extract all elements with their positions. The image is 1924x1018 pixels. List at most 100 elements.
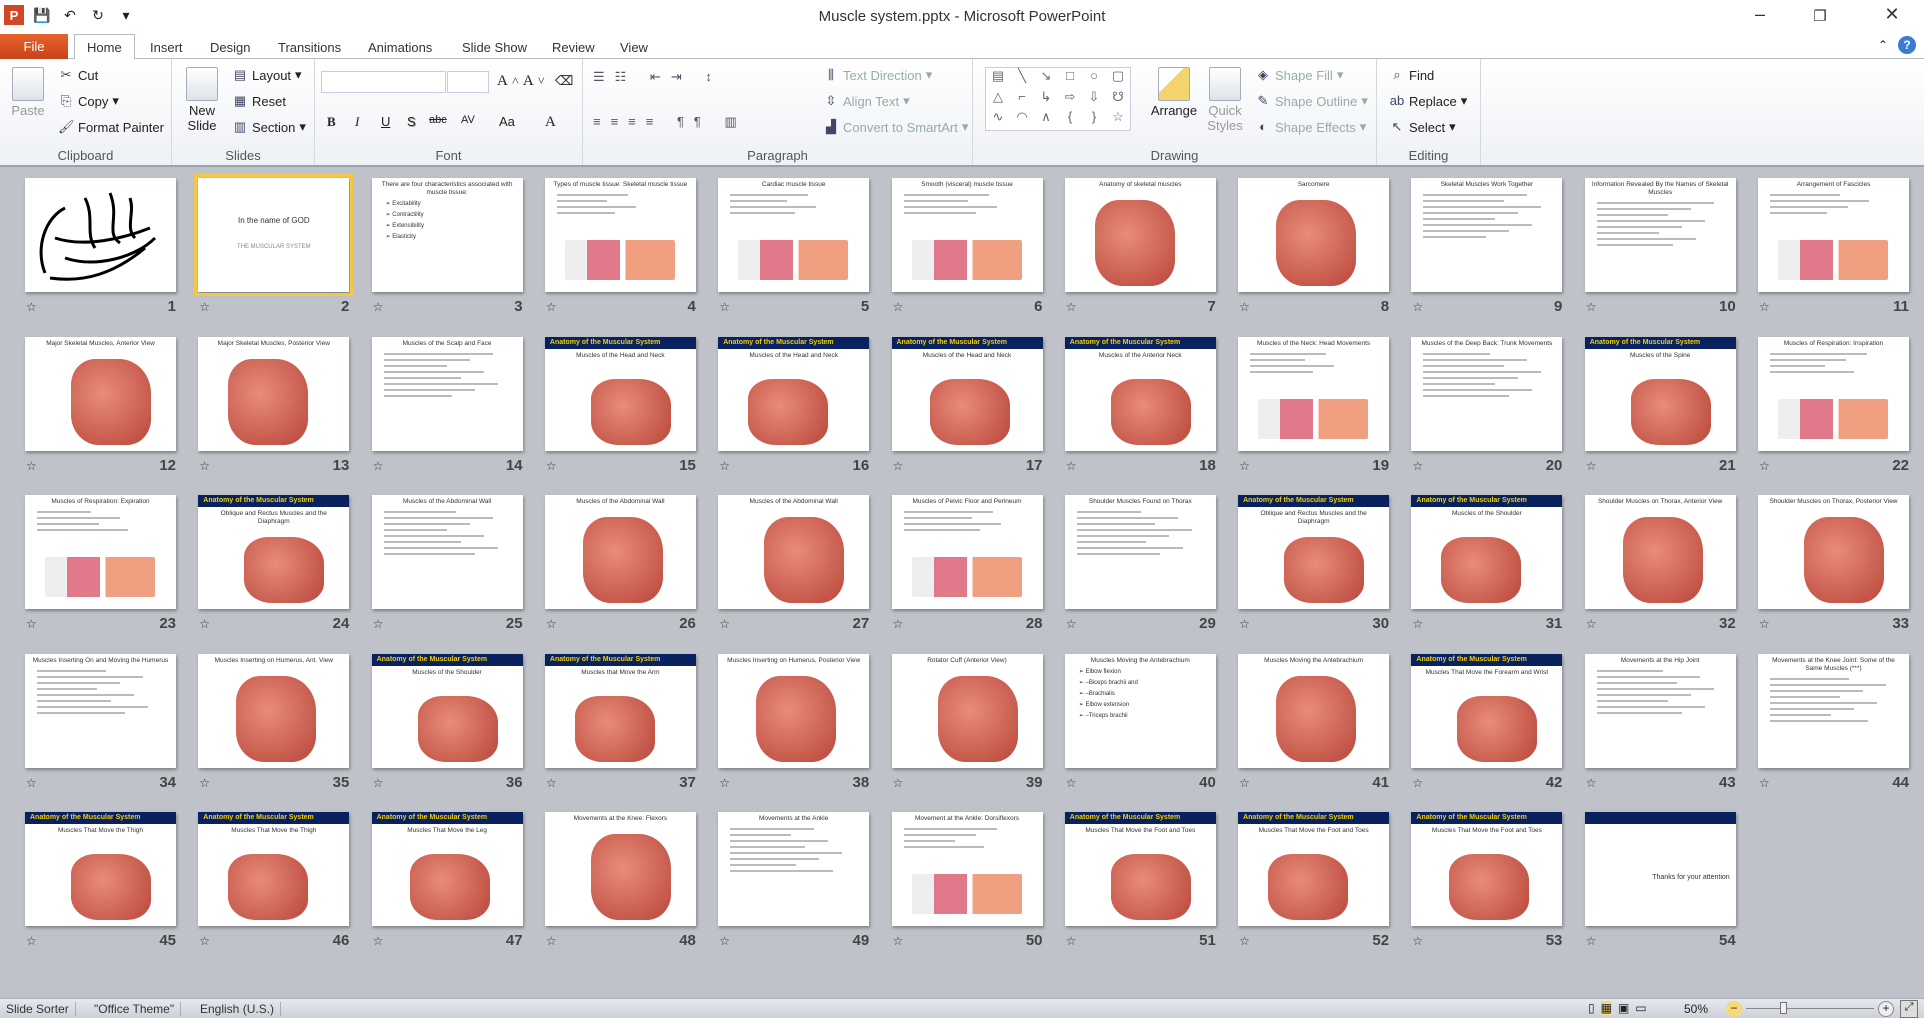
zoom-in-button[interactable]: + (1878, 1001, 1894, 1017)
slide-transition-icon[interactable]: ☆ (546, 934, 557, 948)
tab-slide-show[interactable]: Slide Show (450, 36, 539, 59)
tab-review[interactable]: Review (540, 36, 607, 59)
shape-option[interactable]: △ (986, 89, 1010, 110)
cut-button[interactable]: ✂ Cut (58, 67, 99, 83)
slide-transition-icon[interactable]: ☆ (893, 300, 904, 314)
slide-thumbnail[interactable]: Anatomy of the Muscular System Oblique an… (198, 495, 350, 609)
zoom-slider-thumb[interactable] (1780, 1002, 1787, 1014)
slide-transition-icon[interactable]: ☆ (1759, 300, 1770, 314)
copy-button[interactable]: ⎘ Copy ▾ (58, 93, 119, 109)
slide-transition-icon[interactable]: ☆ (893, 776, 904, 790)
slide-thumbnail[interactable]: Anatomy of the Muscular System Muscles Th… (1064, 812, 1216, 926)
shape-option[interactable]: □ (1058, 68, 1082, 89)
layout-button[interactable]: ▤ Layout ▾ (232, 67, 302, 83)
list-buttons[interactable]: ☰☷ ⇤⇥ ↕ (593, 69, 722, 85)
section-button[interactable]: ▥ Section ▾ (232, 119, 306, 135)
shape-option[interactable]: ∿ (986, 109, 1010, 130)
slide-thumbnail[interactable]: Muscles Inserting on Humerus, Ant. View (198, 653, 350, 768)
slide-transition-icon[interactable]: ☆ (199, 934, 210, 948)
slide-thumbnail[interactable]: Muscles of the Abdominal Wall (718, 495, 870, 609)
zoom-slider[interactable] (1746, 1002, 1874, 1014)
clear-formatting-icon[interactable]: ⌫ (555, 73, 573, 89)
slide-thumbnail[interactable]: Information Revealed By the Names of Ske… (1584, 178, 1736, 292)
slide-transition-icon[interactable]: ☆ (893, 934, 904, 948)
slide-transition-icon[interactable]: ☆ (1759, 776, 1770, 790)
font-name-select[interactable] (321, 71, 446, 93)
character-spacing-button[interactable]: AV (461, 114, 475, 126)
shape-option[interactable]: ☆ (1106, 109, 1130, 130)
shape-option[interactable]: ╲ (1010, 68, 1034, 89)
slide-transition-icon[interactable]: ☆ (1586, 776, 1597, 790)
tab-design[interactable]: Design (198, 36, 262, 59)
format-painter-button[interactable]: 🖌 Format Painter (58, 119, 164, 135)
slide-thumbnail[interactable]: Anatomy of the Muscular System Muscles Th… (1411, 812, 1563, 926)
tab-home[interactable]: Home (74, 34, 135, 59)
slide-thumbnail[interactable]: Anatomy of the Muscular System Oblique an… (1238, 495, 1390, 609)
fit-to-window-icon[interactable]: ⤢ (1900, 1000, 1918, 1018)
slide-transition-icon[interactable]: ☆ (546, 459, 557, 473)
slide-thumbnail[interactable]: Anatomy of the Muscular System Muscles Th… (371, 812, 523, 926)
shapes-gallery[interactable]: ▤ ╲ ↘ □ ○ ▢ △ ⌐ ↳ ⇨ ⇩ ☋ ∿ ◠ ∧{} ☆ (985, 67, 1131, 131)
slide-thumbnail[interactable]: Arrangement of Fascicles (1758, 178, 1909, 292)
slide-transition-icon[interactable]: ☆ (1239, 300, 1250, 314)
italic-button[interactable]: I (355, 114, 359, 130)
slide-thumbnail[interactable]: Anatomy of the Muscular System Muscles of… (1584, 336, 1736, 451)
slide-transition-icon[interactable]: ☆ (1412, 934, 1423, 948)
slide-thumbnail[interactable]: Anatomy of the Muscular System Muscles Th… (1411, 653, 1563, 768)
slide-transition-icon[interactable]: ☆ (26, 776, 37, 790)
reading-view-icon[interactable]: ▣ (1618, 1001, 1629, 1015)
slide-thumbnail[interactable]: Anatomy of the Muscular System Muscles Th… (25, 812, 176, 926)
strikethrough-button[interactable]: abc (429, 114, 447, 126)
slide-transition-icon[interactable]: ☆ (1066, 300, 1077, 314)
slide-transition-icon[interactable]: ☆ (1239, 776, 1250, 790)
slide-transition-icon[interactable]: ☆ (1066, 617, 1077, 631)
shape-option[interactable]: } (1082, 109, 1106, 130)
slide-thumbnail[interactable]: Muscles of Respiration: Inspiration (1758, 336, 1909, 451)
slide-thumbnail[interactable]: Sarcomere (1238, 178, 1390, 292)
paste-button[interactable]: Paste (8, 67, 48, 118)
slide-show-view-icon[interactable]: ▭ (1635, 1001, 1646, 1015)
slide-transition-icon[interactable]: ☆ (893, 617, 904, 631)
slide-thumbnail[interactable]: In the name of GOD THE MUSCULAR SYSTEM (194, 174, 354, 296)
minimize-button[interactable]: – (1740, 4, 1780, 30)
replace-button[interactable]: ab Replace ▾ (1389, 93, 1467, 109)
normal-view-icon[interactable]: ▯ (1588, 1001, 1595, 1015)
slide-thumbnail[interactable]: Anatomy of the Muscular System Muscles of… (718, 336, 870, 451)
tab-transitions[interactable]: Transitions (266, 36, 353, 59)
font-size-select[interactable] (447, 71, 489, 93)
slide-thumbnail[interactable]: Muscles of the Abdominal Wall (544, 495, 696, 609)
shape-outline-button[interactable]: ✎ Shape Outline ▾ (1255, 93, 1368, 109)
shape-option[interactable]: ↘ (1034, 68, 1058, 89)
slide-transition-icon[interactable]: ☆ (1412, 776, 1423, 790)
slide-transition-icon[interactable]: ☆ (719, 776, 730, 790)
slide-thumbnail[interactable]: Thanks for your attention (1584, 812, 1736, 926)
slide-transition-icon[interactable]: ☆ (199, 459, 210, 473)
slide-transition-icon[interactable]: ☆ (1066, 934, 1077, 948)
slide-thumbnail[interactable]: Muscles Moving the Antebrachium (1238, 653, 1390, 768)
slide-sorter-view-icon[interactable]: ▦ (1600, 1001, 1612, 1015)
slide-transition-icon[interactable]: ☆ (1586, 300, 1597, 314)
slide-transition-icon[interactable]: ☆ (26, 300, 37, 314)
slide-thumbnail[interactable]: Movements at the Hip Joint (1584, 653, 1736, 768)
shape-effects-button[interactable]: ◐ Shape Effects ▾ (1255, 119, 1366, 135)
slide-thumbnail[interactable]: Muscles of the Abdominal Wall (371, 495, 523, 609)
slide-thumbnail[interactable]: Muscles of Pelvic Floor and Perineum (891, 495, 1043, 609)
collapse-ribbon-icon[interactable]: ⌃ (1878, 38, 1888, 52)
slide-thumbnail[interactable]: Shoulder Muscles Found on Thorax (1064, 495, 1216, 609)
slide-transition-icon[interactable]: ☆ (719, 617, 730, 631)
slide-thumbnail[interactable]: Muscles of the Neck: Head Movements (1238, 336, 1390, 451)
slide-thumbnail[interactable]: Anatomy of the Muscular System Muscles of… (891, 336, 1043, 451)
slide-transition-icon[interactable]: ☆ (1586, 459, 1597, 473)
shape-option[interactable]: ↳ (1034, 89, 1058, 110)
shape-option[interactable]: ▤ (986, 68, 1010, 89)
slide-thumbnail[interactable]: Movements at the Knee Joint: Some of the… (1758, 653, 1909, 768)
slide-thumbnail[interactable]: Anatomy of the Muscular System Muscles Th… (1238, 812, 1390, 926)
slide-thumbnail[interactable]: Muscles Inserting on Humerus, Posterior … (718, 653, 870, 768)
slide-thumbnail[interactable] (25, 178, 176, 292)
slide-transition-icon[interactable]: ☆ (373, 300, 384, 314)
slide-transition-icon[interactable]: ☆ (1239, 459, 1250, 473)
arrange-button[interactable]: Arrange (1149, 67, 1199, 118)
slide-transition-icon[interactable]: ☆ (373, 934, 384, 948)
slide-thumbnail[interactable]: Anatomy of skeletal muscles (1064, 178, 1216, 292)
new-slide-button[interactable]: New Slide (180, 67, 224, 133)
